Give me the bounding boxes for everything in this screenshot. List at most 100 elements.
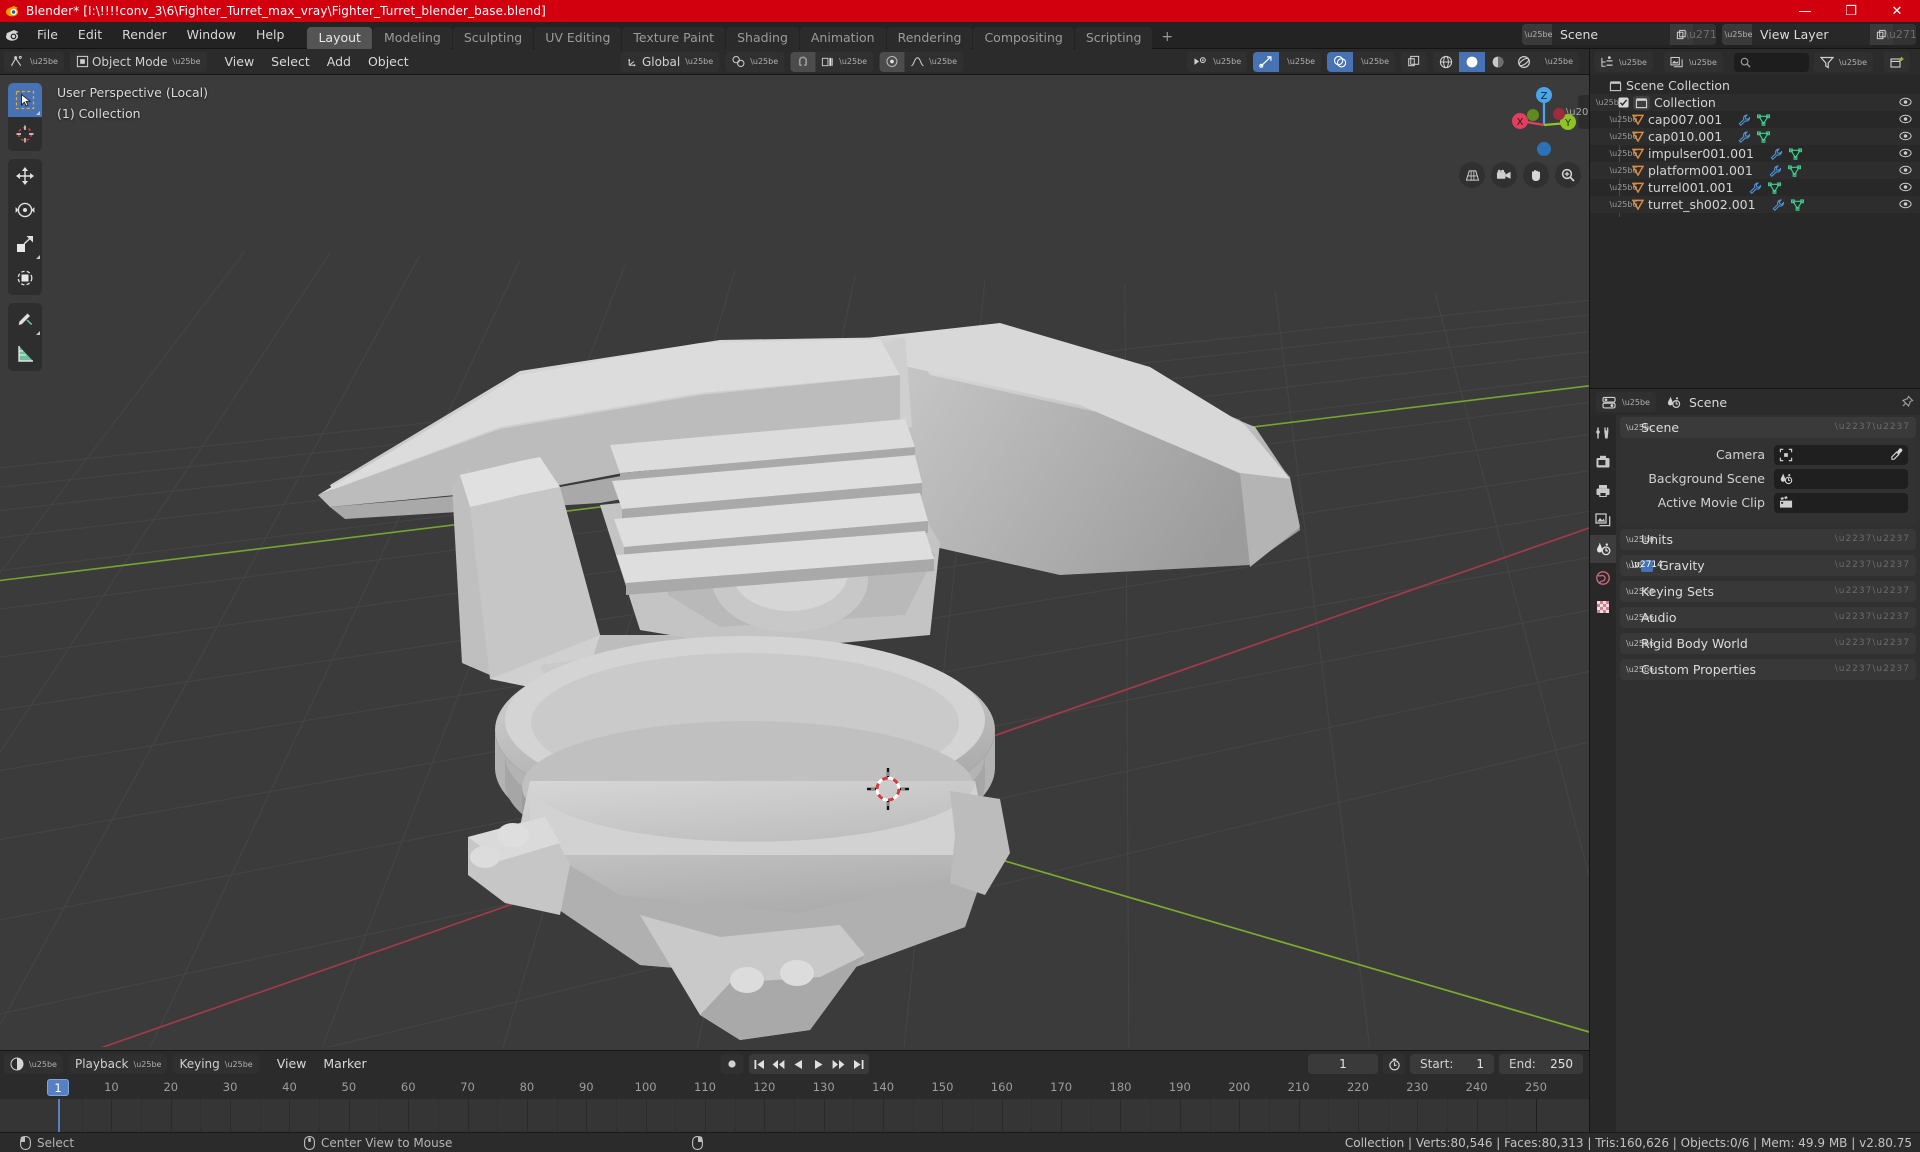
object-expand-arrow-icon[interactable]: \u25b6 [1609, 132, 1637, 141]
panel-expand-arrow-icon[interactable]: \u25b6 [1626, 665, 1654, 674]
tool-scale[interactable] [8, 227, 42, 261]
play-button[interactable] [808, 1054, 829, 1074]
modifier-wrench-icon[interactable] [1769, 165, 1782, 177]
object-expand-arrow-icon[interactable]: \u25b6 [1609, 200, 1637, 209]
outliner-row-object[interactable]: \u25b6 turrel001.001 [1590, 179, 1920, 196]
transform-orientation-selector[interactable]: Global \u25be [619, 51, 720, 72]
tool-select-box[interactable] [8, 83, 42, 117]
new-collection-icon[interactable] [1884, 52, 1910, 72]
panel-drag-dots-icon[interactable]: \u2237\u2237 [1835, 535, 1910, 544]
panel-drag-dots-icon[interactable]: \u2237\u2237 [1835, 665, 1910, 674]
overlay-options-dropdown[interactable]: \u25be [1353, 52, 1395, 72]
add-workspace-button[interactable]: + [1153, 27, 1181, 49]
modifier-wrench-icon[interactable] [1772, 199, 1785, 211]
pan-view-icon[interactable] [1523, 162, 1549, 188]
play-reverse-button[interactable] [788, 1054, 809, 1074]
viewport-menu-add[interactable]: Add [319, 52, 359, 72]
remove-viewlayer-button[interactable]: \u2715 [1885, 24, 1916, 45]
properties-tab-render[interactable] [1590, 448, 1616, 476]
panel-header-units[interactable]: \u25b6 Units \u2237\u2237 [1620, 529, 1916, 550]
scene-data-icon[interactable]: \u25be [1522, 24, 1552, 45]
new-collection-button[interactable] [1884, 52, 1910, 72]
pivot-point-icon[interactable]: \u25be [725, 52, 784, 72]
end-frame-field[interactable]: End: 250 [1499, 1054, 1583, 1074]
panel-collapse-arrow-icon[interactable]: \u25bc [1626, 423, 1653, 432]
editor-type-selector[interactable]: \u25be [4, 51, 64, 72]
tool-move[interactable] [8, 159, 42, 193]
panel-expand-arrow-icon[interactable]: \u25b6 [1626, 613, 1654, 622]
properties-editor-type[interactable]: \u25be [1596, 392, 1656, 412]
transform-orientation-dropdown[interactable]: Global \u25be [620, 52, 719, 72]
mesh-data-icon[interactable] [1789, 147, 1803, 160]
tool-rotate[interactable] [8, 193, 42, 227]
outliner-editor-type[interactable]: \u25be [1594, 52, 1653, 72]
previous-keyframe-button[interactable] [768, 1054, 789, 1074]
object-expand-arrow-icon[interactable]: \u25b6 [1609, 166, 1637, 175]
modifier-wrench-icon[interactable] [1749, 182, 1762, 194]
timeline-playhead[interactable] [58, 1099, 60, 1132]
outliner-row-object[interactable]: \u25b6 cap007.001 [1590, 111, 1920, 128]
object-visibility-eye-icon[interactable] [1899, 147, 1912, 159]
outliner-display-mode[interactable]: \u25be [1663, 52, 1723, 72]
tab-animation[interactable]: Animation [799, 26, 886, 49]
panel-header-scene[interactable]: \u25bc Scene \u2237\u2237 [1620, 417, 1916, 438]
tab-uv-editing[interactable]: UV Editing [534, 26, 622, 49]
eyedropper-icon[interactable] [1890, 448, 1903, 461]
outliner-row-collection[interactable]: \u25bc Collection [1590, 94, 1920, 111]
jump-to-end-button[interactable] [848, 1054, 869, 1074]
auto-keying-button[interactable] [720, 1054, 743, 1074]
mesh-data-icon[interactable] [1768, 181, 1782, 194]
properties-editor-type-icon[interactable]: \u25be [1596, 392, 1656, 412]
minimize-button[interactable]: — [1782, 0, 1828, 22]
timeline-playhead-label[interactable]: 1 [47, 1079, 69, 1096]
properties-tab-output[interactable] [1590, 477, 1616, 505]
tab-scripting[interactable]: Scripting [1074, 26, 1153, 49]
outliner-row-object[interactable]: \u25b6 impulser001.001 [1590, 145, 1920, 162]
outliner-search-input[interactable] [1733, 52, 1810, 72]
timeline-playback-menu[interactable]: Playback \u25be [68, 1054, 168, 1074]
start-frame-field[interactable]: Start: 1 [1410, 1054, 1494, 1074]
outliner-editor-type-icon[interactable]: \u25be [1594, 52, 1653, 72]
zoom-view-icon[interactable] [1555, 162, 1581, 188]
panel-header-rigid-body-world[interactable]: \u25b6 Rigid Body World \u2237\u2237 [1620, 633, 1916, 654]
use-preview-range-icon[interactable] [1383, 1054, 1405, 1074]
object-visibility-eye-icon[interactable] [1899, 113, 1912, 125]
menu-window[interactable]: Window [178, 25, 245, 45]
visibility-selector[interactable]: \u25be [1187, 51, 1248, 72]
filter-icon[interactable]: \u25be [1814, 52, 1873, 72]
object-visibility-eye-icon[interactable] [1899, 198, 1912, 210]
viewlayer-selector[interactable]: \u25be View Layer \u2715 [1722, 24, 1916, 45]
tab-rendering[interactable]: Rendering [886, 26, 973, 49]
outliner-row-object[interactable]: \u25b6 cap010.001 [1590, 128, 1920, 145]
panel-header-gravity[interactable]: \u25b6 \u2714 Gravity \u2237\u2237 [1620, 555, 1916, 576]
mesh-data-icon[interactable] [1757, 113, 1771, 126]
properties-tab-world[interactable] [1590, 564, 1616, 592]
unlink-scene-button[interactable]: \u2715 [1685, 24, 1716, 45]
tab-modeling[interactable]: Modeling [372, 26, 452, 49]
properties-tab-scene[interactable] [1590, 535, 1616, 563]
shading-options-dropdown[interactable]: \u25be [1537, 52, 1579, 72]
gravity-checkbox[interactable]: \u2714 [1631, 559, 1663, 572]
jump-to-start-button[interactable] [748, 1054, 769, 1074]
close-button[interactable]: ✕ [1874, 0, 1920, 22]
show-gizmo-icon[interactable] [1253, 51, 1280, 72]
editor-type-3dview-icon[interactable]: \u25be [4, 52, 64, 72]
panel-drag-dots-icon[interactable]: \u2237\u2237 [1835, 423, 1910, 432]
panel-header-custom-properties[interactable]: \u25b6 Custom Properties \u2237\u2237 [1620, 659, 1916, 680]
outliner-row-scene-collection[interactable]: Scene Collection [1590, 77, 1920, 94]
timeline-menu-playback[interactable]: Playback \u25be [69, 1054, 168, 1074]
scene-name-field[interactable]: Scene [1552, 24, 1670, 45]
gizmo-toggle-group[interactable]: \u25be [1253, 51, 1322, 72]
menu-file[interactable]: File [28, 25, 67, 45]
object-mode-dropdown[interactable]: Object Mode \u25be [70, 52, 207, 72]
tool-transform[interactable] [8, 261, 42, 295]
toggle-perspective-ortho-icon[interactable] [1459, 162, 1485, 188]
pivot-point-selector[interactable]: \u25be [725, 51, 785, 72]
tab-shading[interactable]: Shading [726, 26, 799, 49]
viewport-menu-select[interactable]: Select [263, 52, 318, 72]
menu-edit[interactable]: Edit [69, 25, 111, 45]
collection-checkbox[interactable] [1618, 97, 1629, 108]
outliner-filter[interactable]: \u25be [1814, 52, 1873, 72]
scene-selector[interactable]: \u25be Scene \u2715 [1522, 24, 1716, 45]
proportional-editing-controls[interactable]: \u25be [879, 51, 964, 72]
